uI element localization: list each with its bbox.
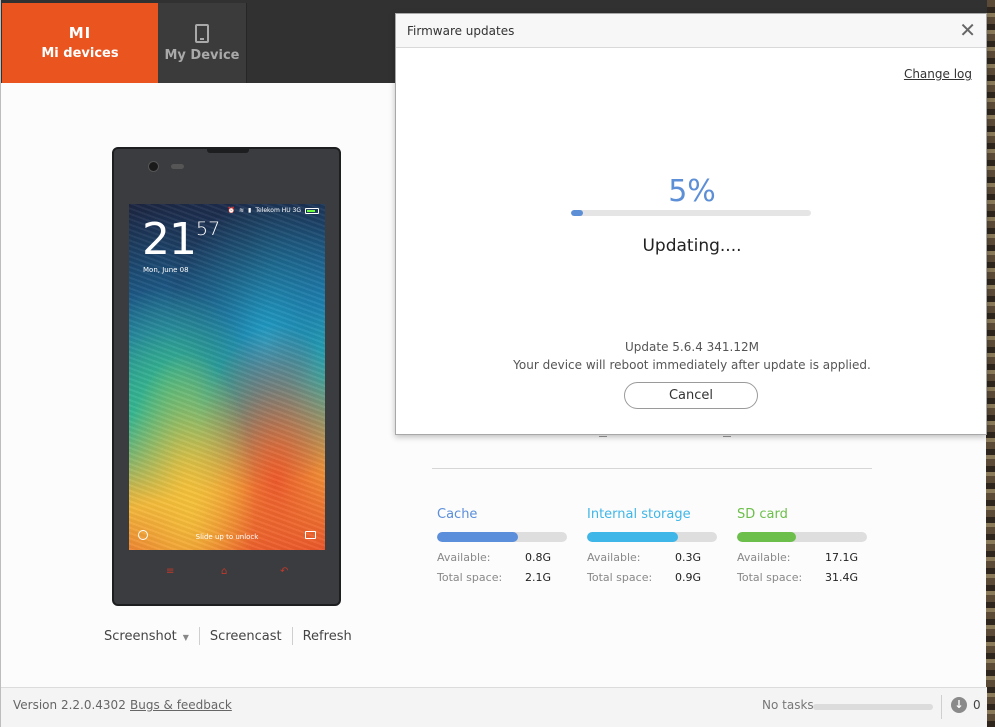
footer-divider (941, 695, 942, 719)
alarm-icon: ⏰ (227, 207, 235, 214)
total-value: 31.4G (825, 571, 859, 584)
storage-title: Cache (437, 507, 478, 522)
screenshot-label: Screenshot (104, 628, 177, 644)
phone-speaker (207, 147, 249, 153)
phone-icon (195, 23, 209, 43)
signal-icon: ▮ (248, 207, 252, 214)
tab-my-device-label: My Device (164, 47, 240, 63)
carrier-label: Telekom HU 3G (255, 207, 301, 214)
wifi-icon: ≋ (239, 207, 245, 214)
app-window: MI Mi devices My Device ⏰ ≋ ▮ Telekom HU… (0, 0, 987, 727)
progress-percent: 5% (668, 174, 716, 209)
download-count: 0 (973, 698, 981, 712)
available-label: Available: (737, 551, 791, 564)
total-label: Total space: (587, 571, 653, 584)
storage-title: SD card (737, 507, 788, 522)
tab-my-device[interactable]: My Device (158, 3, 247, 83)
storage-bar-fill (587, 532, 678, 542)
unlock-hint: Slide up to unlock (195, 533, 259, 541)
tab-mi-devices[interactable]: MI Mi devices (2, 3, 158, 83)
chevron-down-icon[interactable]: ▼ (183, 633, 189, 642)
update-version-info: Update 5.6.4 341.12M (625, 340, 759, 354)
available-label: Available: (437, 551, 491, 564)
storage-total: Total space: 31.4G (737, 571, 867, 584)
menu-key-icon: ≡ (166, 566, 175, 577)
back-key-icon: ↶ (280, 566, 289, 577)
available-label: Available: (587, 551, 641, 564)
storage-bar-fill (437, 532, 518, 542)
device-actions: Screenshot ▼ Screencast Refresh (104, 627, 352, 645)
lockscreen-date: Mon, June 08 (143, 266, 189, 274)
update-status: Updating.... (642, 236, 742, 256)
available-value: 17.1G (825, 551, 859, 564)
total-label: Total space: (737, 571, 803, 584)
screencast-button[interactable]: Screencast (210, 629, 282, 644)
task-status: No tasks (762, 698, 814, 712)
camera-icon (305, 531, 316, 539)
total-label: Total space: (437, 571, 503, 584)
dialog-header: Firmware updates ✕ (396, 14, 986, 48)
version-label: Version 2.2.0.4302 (13, 698, 126, 712)
storage-bar-fill (737, 532, 796, 542)
total-value: 2.1G (525, 571, 552, 584)
total-value: 0.9G (675, 571, 702, 584)
clock-minute: 57 (196, 218, 221, 240)
cancel-button[interactable]: Cancel (624, 382, 758, 409)
home-key-icon: ⌂ (221, 566, 228, 577)
bugs-feedback-link[interactable]: Bugs & feedback (130, 698, 232, 712)
reboot-note: Your device will reboot immediately afte… (513, 358, 871, 372)
status-footer: Version 2.2.0.4302 Bugs & feedback No ta… (1, 687, 987, 727)
tab-mi-devices-label: Mi devices (41, 46, 119, 61)
storage-internal: Internal storage Available: 0.3G Total sp… (587, 507, 717, 584)
storage-total: Total space: 0.9G (587, 571, 717, 584)
action-divider (291, 627, 293, 645)
section-divider (432, 468, 872, 469)
phone-sensor (171, 164, 184, 169)
storage-sd-card: SD card Available: 17.1G Total space: 31.4… (737, 507, 867, 584)
task-progress-bar (813, 704, 933, 710)
refresh-button[interactable]: Refresh (303, 629, 352, 644)
available-value: 0.8G (525, 551, 552, 564)
phone-camera-icon (148, 161, 159, 172)
download-icon[interactable]: ↓ (951, 697, 967, 713)
lockscreen-clock: 2157 (142, 218, 220, 262)
storage-cache: Cache Available: 0.8G Total space: 2.1G (437, 507, 567, 584)
update-progress-fill (571, 210, 583, 216)
change-log-link[interactable]: Change log (904, 67, 972, 81)
battery-icon (305, 207, 319, 214)
device-preview: ⏰ ≋ ▮ Telekom HU 3G 2157 Mon, June 08 Sl… (112, 147, 341, 606)
hardware-keys: ≡ ⌂ ↶ (114, 565, 343, 579)
device-status-bar: ⏰ ≋ ▮ Telekom HU 3G (228, 207, 319, 214)
screenshot-button[interactable]: Screenshot ▼ (104, 629, 189, 644)
storage-title: Internal storage (587, 507, 691, 522)
available-value: 0.3G (675, 551, 702, 564)
action-divider (198, 627, 200, 645)
firmware-update-dialog: Firmware updates ✕ Change log 5% Updatin… (395, 13, 987, 435)
mi-logo-icon: MI (68, 24, 92, 42)
storage-available: Available: 0.3G (587, 551, 717, 564)
storage-available: Available: 17.1G (737, 551, 867, 564)
storage-available: Available: 0.8G (437, 551, 567, 564)
storage-bar (587, 532, 717, 542)
storage-total: Total space: 2.1G (437, 571, 567, 584)
device-screen: ⏰ ≋ ▮ Telekom HU 3G 2157 Mon, June 08 Sl… (129, 204, 325, 550)
dialog-title: Firmware updates (407, 24, 515, 38)
storage-bar (437, 532, 567, 542)
update-progress-bar (571, 210, 811, 216)
storage-bar (737, 532, 867, 542)
close-icon[interactable]: ✕ (959, 19, 976, 41)
clock-hour: 21 (142, 214, 197, 265)
